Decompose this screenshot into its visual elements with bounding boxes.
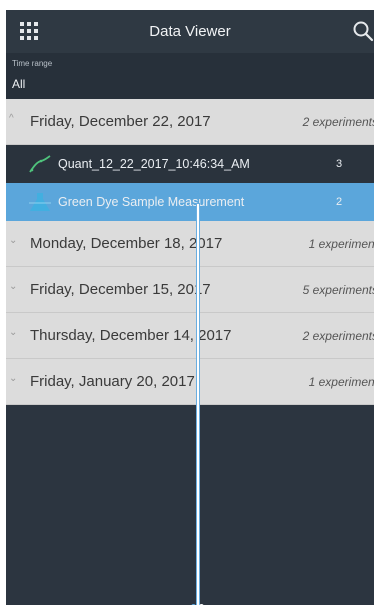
experiment-list: ^ Friday, December 22, 2017 2 experiment… [6,99,374,405]
experiment-row-selected[interactable]: Green Dye Sample Measurement 2 [6,183,374,221]
group-count: 1 experiment [308,375,374,389]
group-date: Monday, December 18, 2017 [30,235,223,252]
experiment-name: Green Dye Sample Measurement [58,195,245,209]
group-date: Friday, December 22, 2017 [30,113,211,130]
group-date: Friday, January 20, 2017 [30,373,195,390]
chevron-up-icon: ^ [9,113,14,124]
flask-icon [29,193,51,211]
chevron-down-icon: ⌄ [9,281,18,292]
group-count: 2 experiments [302,115,374,129]
chevron-down-icon: ⌄ [9,235,18,246]
app-title: Data Viewer [149,23,231,40]
group-count: 1 experiment [308,237,374,251]
time-range-value[interactable]: All [12,77,25,91]
drag-cursor-line[interactable] [197,204,199,605]
top-bar: Data Viewer [6,10,374,53]
time-range-filter[interactable]: Time range All [6,53,374,99]
time-range-label: Time range [12,59,53,68]
experiment-count: 3 [336,158,343,170]
date-group-row[interactable]: ⌄ Thursday, December 14, 2017 2 experime… [6,313,374,359]
date-group-row[interactable]: ⌄ Friday, December 15, 2017 5 experiment… [6,267,374,313]
group-date: Friday, December 15, 2017 [30,281,211,298]
date-group-row[interactable]: ^ Friday, December 22, 2017 2 experiment… [6,99,374,145]
group-count: 2 experiments [302,329,374,343]
chevron-down-icon: ⌄ [9,373,18,384]
chevron-down-icon: ⌄ [9,327,18,338]
search-icon[interactable] [352,20,374,42]
date-group-row[interactable]: ⌄ Friday, January 20, 2017 1 experiment [6,359,374,405]
group-date: Thursday, December 14, 2017 [30,327,232,344]
group-count: 5 experiments [302,283,374,297]
experiment-row[interactable]: Quant_12_22_2017_10:46:34_AM 3 [6,145,374,183]
date-group-row[interactable]: ⌄ Monday, December 18, 2017 1 experiment [6,221,374,267]
experiment-name: Quant_12_22_2017_10:46:34_AM [58,157,250,171]
experiment-count: 2 [336,196,343,208]
line-graph-icon [29,155,51,173]
app-screen: Data Viewer Time range All ^ Friday, Dec… [6,10,374,605]
